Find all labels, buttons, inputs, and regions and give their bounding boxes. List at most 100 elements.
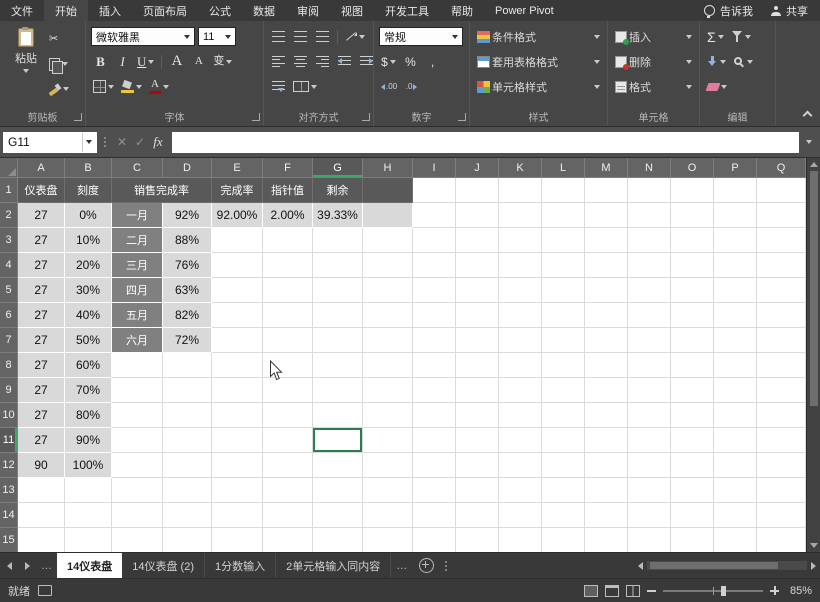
row-header-5[interactable]: 5 [0,278,18,303]
cell-N9[interactable] [628,378,671,403]
page-layout-view-button[interactable] [605,585,619,597]
format-as-table-button[interactable]: 套用表格格式 [475,52,602,72]
page-break-view-button[interactable] [626,585,640,597]
cell-K14[interactable] [499,503,542,528]
cell-F7[interactable] [263,328,313,353]
cell-F8[interactable] [263,353,313,378]
autosum-button[interactable]: Σ [705,27,726,47]
cell-Q13[interactable] [757,478,806,503]
column-header-B[interactable]: B [65,158,112,178]
cell-F3[interactable] [263,228,313,253]
horizontal-scrollbar-track[interactable] [647,561,807,570]
cell-H11[interactable] [363,428,413,453]
cut-button[interactable]: ✂ [47,27,71,51]
cell-K7[interactable] [499,328,542,353]
cell-O15[interactable] [671,528,714,552]
decrease-indent-button[interactable] [335,52,354,72]
sheet-nav-right-button[interactable] [18,553,36,578]
cell-Q1[interactable] [757,178,806,203]
cell-Q9[interactable] [757,378,806,403]
row-header-4[interactable]: 4 [0,253,18,278]
column-header-L[interactable]: L [542,158,585,178]
cell-B4[interactable]: 20% [65,253,112,278]
cell-L8[interactable] [542,353,585,378]
cell-B1[interactable]: 刻度 [65,178,112,203]
cell-Q11[interactable] [757,428,806,453]
cell-Q12[interactable] [757,453,806,478]
cell-K13[interactable] [499,478,542,503]
font-name-select[interactable]: 微软雅黑 [91,27,195,46]
cell-G1[interactable]: 剩余 [313,178,363,203]
column-header-D[interactable]: D [163,158,212,178]
row-header-2[interactable]: 2 [0,203,18,228]
name-box[interactable]: G11 [3,132,97,153]
cell-O13[interactable] [671,478,714,503]
cell-F9[interactable] [263,378,313,403]
cell-I4[interactable] [413,253,456,278]
cell-G6[interactable] [313,303,363,328]
cell-D10[interactable] [163,403,212,428]
sheet-overflow-left[interactable]: … [36,560,57,572]
cell-P14[interactable] [714,503,757,528]
cell-Q14[interactable] [757,503,806,528]
cell-K8[interactable] [499,353,542,378]
cell-H5[interactable] [363,278,413,303]
cell-C9[interactable] [112,378,163,403]
increase-font-size-button[interactable]: A [167,52,186,72]
scroll-left-icon[interactable] [638,562,643,570]
cell-J13[interactable] [456,478,499,503]
align-center-button[interactable] [291,52,310,72]
cell-G8[interactable] [313,353,363,378]
cell-J11[interactable] [456,428,499,453]
row-header-7[interactable]: 7 [0,328,18,353]
underline-button[interactable]: U [135,52,156,72]
cell-H3[interactable] [363,228,413,253]
cell-D2[interactable]: 92% [163,203,212,228]
clipboard-dialog-launcher-icon[interactable] [74,113,82,121]
zoom-slider-thumb[interactable] [721,586,726,596]
cell-J14[interactable] [456,503,499,528]
cell-P4[interactable] [714,253,757,278]
cell-Q8[interactable] [757,353,806,378]
insert-function-button[interactable]: fx [149,134,167,150]
cell-H6[interactable] [363,303,413,328]
cell-L11[interactable] [542,428,585,453]
column-header-O[interactable]: O [671,158,714,178]
font-size-select[interactable]: 11 [198,27,236,46]
cell-D9[interactable] [163,378,212,403]
cell-E8[interactable] [212,353,263,378]
cell-F2[interactable]: 2.00% [263,203,313,228]
cell-D3[interactable]: 88% [163,228,212,253]
cell-F6[interactable] [263,303,313,328]
tab-power-pivot[interactable]: Power Pivot [484,0,565,21]
cell-D15[interactable] [163,528,212,552]
cell-K9[interactable] [499,378,542,403]
cell-L13[interactable] [542,478,585,503]
sort-filter-button[interactable] [729,27,753,47]
cell-D7[interactable]: 72% [163,328,212,353]
cell-M4[interactable] [585,253,628,278]
column-header-M[interactable]: M [585,158,628,178]
comma-style-button[interactable]: , [423,52,442,72]
cell-L14[interactable] [542,503,585,528]
column-header-Q[interactable]: Q [757,158,806,178]
cell-K5[interactable] [499,278,542,303]
cell-M10[interactable] [585,403,628,428]
cell-L4[interactable] [542,253,585,278]
cell-M9[interactable] [585,378,628,403]
cell-O2[interactable] [671,203,714,228]
cell-F13[interactable] [263,478,313,503]
cell-G10[interactable] [313,403,363,428]
cell-I11[interactable] [413,428,456,453]
font-dialog-launcher-icon[interactable] [252,113,260,121]
align-top-button[interactable] [269,27,288,47]
cell-Q7[interactable] [757,328,806,353]
cell-A12[interactable]: 90 [18,453,65,478]
cell-E1[interactable]: 完成率 [212,178,263,203]
cell-F5[interactable] [263,278,313,303]
cell-E2[interactable]: 92.00% [212,203,263,228]
sheet-overflow-right[interactable]: … [391,560,412,572]
vertical-scrollbar-thumb[interactable] [810,171,818,406]
cell-L1[interactable] [542,178,585,203]
row-header-1[interactable]: 1 [0,178,18,203]
